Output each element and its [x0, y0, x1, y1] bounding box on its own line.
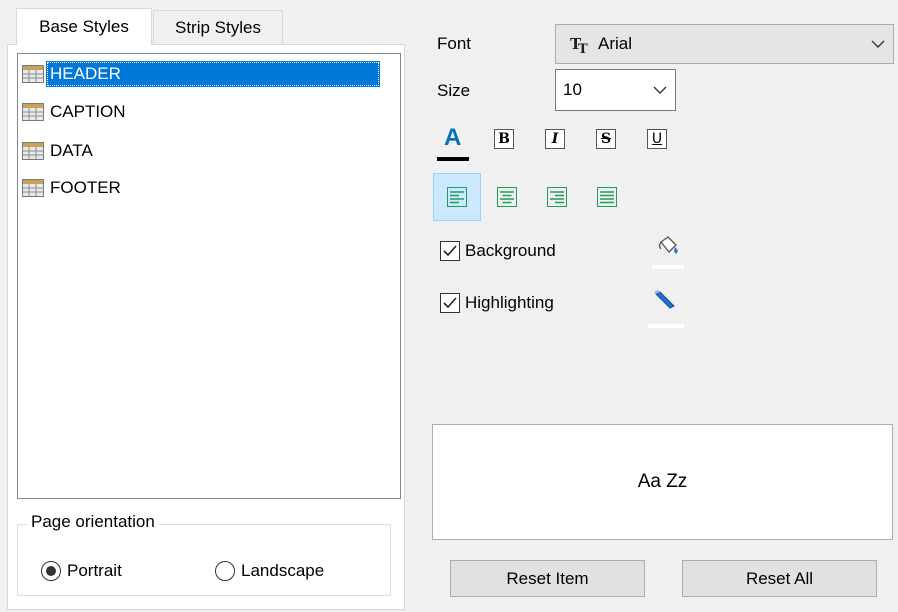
bold-button[interactable]: B: [494, 129, 514, 149]
paint-bucket-icon: [658, 236, 678, 254]
font-color-glyph: A: [444, 124, 462, 151]
align-right-button[interactable]: [533, 173, 581, 221]
grid-icon: [22, 103, 44, 121]
align-center-icon: [497, 187, 517, 207]
grid-icon: [22, 65, 44, 83]
background-color-button[interactable]: [652, 234, 684, 270]
reset-item-button[interactable]: Reset Item: [450, 560, 645, 597]
font-label: Font: [437, 34, 472, 53]
align-left-button[interactable]: [433, 173, 481, 221]
font-color-swatch: [437, 157, 469, 161]
checkbox-box[interactable]: [440, 241, 460, 261]
highlight-color-button[interactable]: [648, 287, 684, 331]
grid-icon: [22, 142, 44, 160]
size-value: 10: [563, 80, 582, 99]
svg-text:T: T: [578, 42, 588, 54]
grid-icon: [22, 179, 44, 197]
reset-item-label: Reset Item: [506, 568, 589, 588]
checkmark-icon: [443, 297, 457, 309]
highlighter-icon: [654, 290, 675, 309]
size-label: Size: [437, 81, 471, 100]
reset-all-label: Reset All: [745, 568, 814, 588]
align-right-icon: [547, 187, 567, 207]
strikeout-glyph: S: [600, 131, 612, 147]
radio-landscape-label: Landscape: [241, 561, 325, 580]
radio-portrait[interactable]: Portrait: [41, 561, 122, 581]
align-left-icon: [447, 187, 467, 207]
radio-landscape-circle[interactable]: [215, 561, 235, 581]
page-orientation-title: Page orientation: [27, 512, 159, 532]
style-list[interactable]: HEADER CAPTION DATA FOOTER: [17, 53, 401, 499]
size-combo[interactable]: 10: [555, 69, 676, 111]
list-item-label: HEADER: [46, 61, 380, 87]
tab-base-styles-label: Base Styles: [39, 17, 129, 36]
radio-portrait-circle[interactable]: [41, 561, 61, 581]
chevron-down-icon: [871, 40, 885, 48]
tab-strip-styles-label: Strip Styles: [175, 17, 261, 37]
list-item-data[interactable]: DATA: [19, 134, 399, 168]
italic-button[interactable]: I: [545, 129, 565, 149]
list-item-label: CAPTION: [50, 102, 126, 121]
underline-glyph: U: [651, 131, 663, 147]
list-item-caption[interactable]: CAPTION: [19, 95, 399, 129]
checkmark-icon: [443, 245, 457, 257]
preview-text: Aa Zz: [637, 471, 688, 492]
list-item-footer[interactable]: FOOTER: [19, 171, 399, 205]
list-item-label: DATA: [50, 141, 93, 160]
italic-glyph: I: [551, 131, 559, 147]
radio-landscape[interactable]: Landscape: [215, 561, 324, 581]
truetype-font-icon: T T: [570, 35, 588, 54]
background-color-swatch: [652, 265, 684, 269]
page-orientation-group: [17, 524, 391, 596]
highlight-color-swatch: [648, 324, 684, 328]
tab-strip-styles[interactable]: Strip Styles: [153, 10, 283, 44]
background-checkbox[interactable]: Background: [440, 241, 556, 261]
radio-portrait-label: Portrait: [67, 561, 122, 580]
style-preview: Aa Zz: [432, 424, 893, 540]
list-item-label: FOOTER: [50, 178, 121, 197]
strikeout-button[interactable]: S: [596, 129, 616, 149]
font-combo[interactable]: T T Arial: [555, 24, 894, 64]
bold-glyph: B: [498, 131, 510, 147]
highlighting-checkbox[interactable]: Highlighting: [440, 293, 554, 313]
align-justify-button[interactable]: [583, 173, 631, 221]
tab-base-styles[interactable]: Base Styles: [16, 8, 152, 45]
chevron-down-icon: [653, 86, 667, 94]
align-justify-icon: [597, 187, 617, 207]
underline-button[interactable]: U: [647, 129, 667, 149]
background-label: Background: [465, 241, 556, 260]
font-value: Arial: [598, 34, 633, 53]
highlighting-label: Highlighting: [465, 293, 554, 312]
list-item-header[interactable]: HEADER: [19, 57, 399, 91]
checkbox-box[interactable]: [440, 293, 460, 313]
reset-all-button[interactable]: Reset All: [682, 560, 877, 597]
font-color-button[interactable]: A: [436, 124, 470, 164]
align-center-button[interactable]: [483, 173, 531, 221]
